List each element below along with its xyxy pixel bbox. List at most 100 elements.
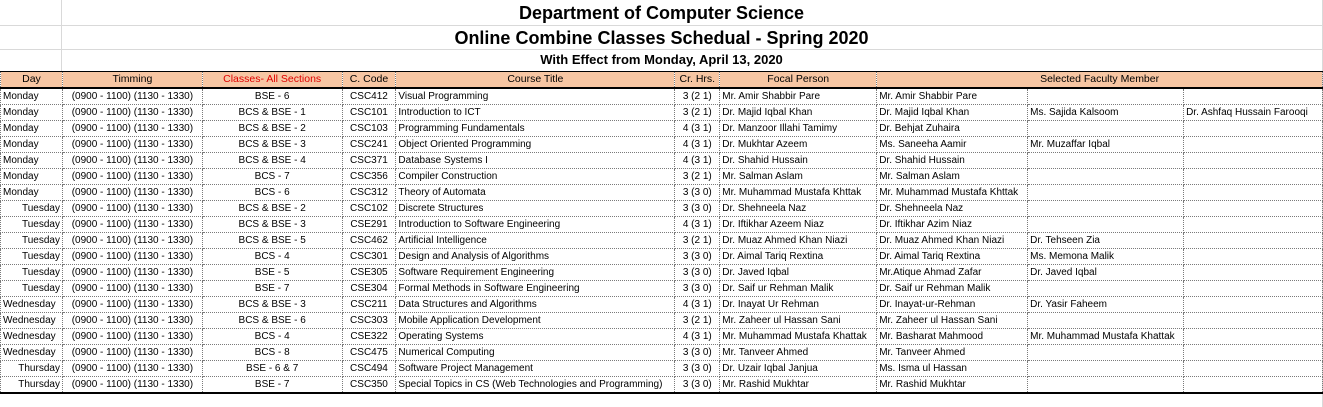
cell-day[interactable]: Wednesday [0,296,63,313]
cell-course-title[interactable]: Data Structures and Algorithms [395,296,676,313]
cell-faculty-1[interactable]: Mr. Basharat Mahmood [876,328,1029,345]
cell-timming[interactable]: (0900 - 1100) (1130 - 1330) [61,200,203,217]
cell-faculty-2[interactable]: Dr. Yasir Faheem [1027,296,1185,313]
cell-timming[interactable]: (0900 - 1100) (1130 - 1330) [61,120,203,137]
cell-course-code[interactable]: CSC494 [341,360,397,377]
cell-credit-hours[interactable]: 3 (3 0) [674,264,721,281]
cell-credit-hours[interactable]: 3 (3 0) [674,280,721,297]
cell-faculty-1[interactable]: Mr. Zaheer ul Hassan Sani [876,312,1029,329]
cell-course-code[interactable]: CSC462 [341,232,397,249]
cell-timming[interactable]: (0900 - 1100) (1130 - 1330) [61,264,203,281]
header-timming[interactable]: Timming [61,71,203,89]
cell-focal-person[interactable]: Dr. Mukhtar Azeem [719,136,878,153]
cell-day[interactable]: Tuesday [0,216,63,233]
cell-credit-hours[interactable]: 3 (3 0) [674,344,721,361]
cell-course-code[interactable]: CSC350 [341,376,397,394]
cell-focal-person[interactable]: Dr. Uzair Iqbal Janjua [719,360,878,377]
cell-class[interactable]: BCS - 4 [201,328,343,345]
header-classes[interactable]: Classes- All Sections [201,71,343,89]
cell-focal-person[interactable]: Mr. Muhammad Mustafa Khttak [719,184,878,201]
cell-class[interactable]: BCS & BSE - 4 [201,152,343,169]
cell-faculty-2[interactable] [1027,360,1185,377]
cell-class[interactable]: BCS & BSE - 3 [201,296,343,313]
cell-day[interactable]: Monday [0,87,63,105]
cell-day[interactable]: Monday [0,184,63,201]
cell-class[interactable]: BCS & BSE - 2 [201,200,343,217]
cell-faculty-3[interactable] [1183,184,1323,201]
cell-focal-person[interactable]: Mr. Amir Shabbir Pare [719,87,878,105]
cell-course-code[interactable]: CSC303 [341,312,397,329]
cell-faculty-1[interactable]: Mr. Rashid Mukhtar [876,376,1029,394]
cell-course-title[interactable]: Mobile Application Development [395,312,676,329]
cell-focal-person[interactable]: Mr. Muhammad Mustafa Khattak [719,328,878,345]
cell-credit-hours[interactable]: 3 (3 0) [674,248,721,265]
cell-faculty-1[interactable]: Mr. Tanveer Ahmed [876,344,1029,361]
cell-faculty-2[interactable]: Dr. Javed Iqbal [1027,264,1185,281]
cell-day[interactable]: Tuesday [0,264,63,281]
cell-timming[interactable]: (0900 - 1100) (1130 - 1330) [61,360,203,377]
cell-faculty-3[interactable] [1183,344,1323,361]
cell-class[interactable]: BSE - 6 [201,87,343,105]
cell-course-title[interactable]: Introduction to Software Engineering [395,216,676,233]
cell-credit-hours[interactable]: 3 (3 0) [674,360,721,377]
cell-day[interactable]: Monday [0,168,63,185]
cell-course-title[interactable]: Database Systems I [395,152,676,169]
cell-faculty-2[interactable] [1027,152,1185,169]
cell-faculty-2[interactable] [1027,200,1185,217]
cell-day[interactable]: Tuesday [0,232,63,249]
cell-class[interactable]: BCS & BSE - 1 [201,104,343,121]
cell-faculty-1[interactable]: Dr. Behjat Zuhaira [876,120,1029,137]
cell-class[interactable]: BCS & BSE - 5 [201,232,343,249]
cell-timming[interactable]: (0900 - 1100) (1130 - 1330) [61,248,203,265]
cell-faculty-3[interactable] [1183,312,1323,329]
cell-day[interactable]: Wednesday [0,328,63,345]
cell-timming[interactable]: (0900 - 1100) (1130 - 1330) [61,280,203,297]
cell-course-title[interactable]: Visual Programming [395,87,676,105]
cell-credit-hours[interactable]: 4 (3 1) [674,216,721,233]
cell-course-title[interactable]: Theory of Automata [395,184,676,201]
header-day[interactable]: Day [0,71,63,89]
cell-day[interactable]: Tuesday [0,248,63,265]
cell-course-title[interactable]: Special Topics in CS (Web Technologies a… [395,376,676,394]
cell-focal-person[interactable]: Mr. Tanveer Ahmed [719,344,878,361]
cell-timming[interactable]: (0900 - 1100) (1130 - 1330) [61,152,203,169]
cell-credit-hours[interactable]: 3 (2 1) [674,104,721,121]
header-focal-person[interactable]: Focal Person [719,71,878,89]
cell-faculty-3[interactable] [1183,168,1323,185]
cell-day[interactable]: Thursday [0,376,63,394]
cell-course-title[interactable]: Programming Fundamentals [395,120,676,137]
cell-class[interactable]: BCS - 8 [201,344,343,361]
header-course-title[interactable]: Course Title [395,71,676,89]
cell-course-code[interactable]: CSE304 [341,280,397,297]
cell-course-code[interactable]: CSC103 [341,120,397,137]
cell-credit-hours[interactable]: 3 (3 0) [674,184,721,201]
cell-faculty-3[interactable] [1183,216,1323,233]
cell-faculty-1[interactable]: Dr. Aimal Tariq Rextina [876,248,1029,265]
cell-faculty-3[interactable] [1183,280,1323,297]
cell-focal-person[interactable]: Dr. Manzoor Illahi Tamimy [719,120,878,137]
cell-faculty-3[interactable] [1183,328,1323,345]
cell-focal-person[interactable]: Dr. Majid Iqbal Khan [719,104,878,121]
cell-faculty-1[interactable]: Dr. Inayat-ur-Rehman [876,296,1029,313]
cell-course-title[interactable]: Compiler Construction [395,168,676,185]
cell-credit-hours[interactable]: 4 (3 1) [674,328,721,345]
cell-faculty-2[interactable]: Dr. Tehseen Zia [1027,232,1185,249]
cell-class[interactable]: BSE - 6 & 7 [201,360,343,377]
cell-faculty-3[interactable] [1183,87,1323,105]
cell-faculty-1[interactable]: Ms. Saneeha Aamir [876,136,1029,153]
cell-class[interactable]: BCS & BSE - 6 [201,312,343,329]
cell-faculty-1[interactable]: Dr. Muaz Ahmed Khan Niazi [876,232,1029,249]
cell-day[interactable]: Tuesday [0,200,63,217]
cell-faculty-3[interactable] [1183,136,1323,153]
cell-credit-hours[interactable]: 4 (3 1) [674,136,721,153]
cell-timming[interactable]: (0900 - 1100) (1130 - 1330) [61,232,203,249]
cell-faculty-2[interactable]: Mr. Muhammad Mustafa Khattak [1027,328,1185,345]
cell-faculty-3[interactable] [1183,232,1323,249]
cell-course-code[interactable]: CSC102 [341,200,397,217]
cell-faculty-2[interactable]: Ms. Sajida Kalsoom [1027,104,1185,121]
cell-focal-person[interactable]: Dr. Aimal Tariq Rextina [719,248,878,265]
cell-faculty-3[interactable] [1183,360,1323,377]
cell-course-title[interactable]: Software Project Management [395,360,676,377]
cell-credit-hours[interactable]: 3 (2 1) [674,232,721,249]
cell-course-title[interactable]: Object Oriented Programming [395,136,676,153]
